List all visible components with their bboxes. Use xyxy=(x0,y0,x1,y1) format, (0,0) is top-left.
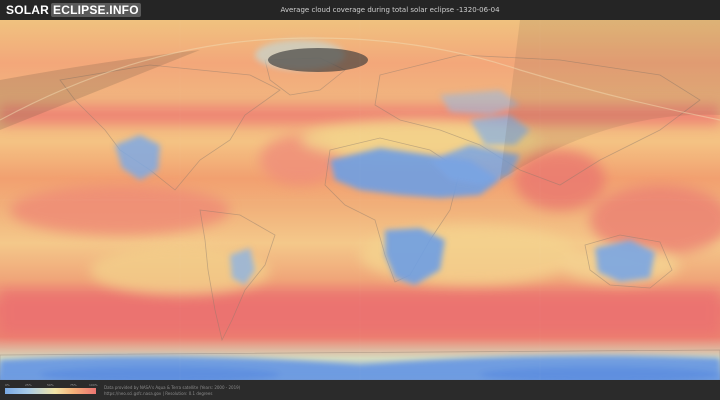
cloud-coverage-legend-bar xyxy=(5,388,96,394)
data-credit-text: Data provided by NASA's Aqua & Terra sat… xyxy=(104,385,241,390)
legend-tick-0: 0% xyxy=(5,383,10,387)
legend-tick-100: 100% xyxy=(89,383,98,387)
page-title: Average cloud coverage during total sola… xyxy=(280,6,500,14)
data-source-link[interactable]: https://neo.sci.gsfc.nasa.gov | Resoluti… xyxy=(104,391,212,396)
legend-tick-75: 75% xyxy=(70,383,77,387)
logo-text-eclipse-info: ECLIPSE.INFO xyxy=(51,3,141,17)
legend-tick-50: 50% xyxy=(47,383,54,387)
cloud-coverage-map[interactable] xyxy=(0,20,720,380)
logo-text-solar: SOLAR xyxy=(6,3,49,17)
legend-tick-25: 25% xyxy=(25,383,32,387)
footer-bar xyxy=(0,380,720,400)
site-logo[interactable]: SOLAR ECLIPSE.INFO xyxy=(6,3,141,17)
umbra-shadow-path xyxy=(268,48,368,72)
header-bar: SOLAR ECLIPSE.INFO Average cloud coverage… xyxy=(0,0,720,20)
